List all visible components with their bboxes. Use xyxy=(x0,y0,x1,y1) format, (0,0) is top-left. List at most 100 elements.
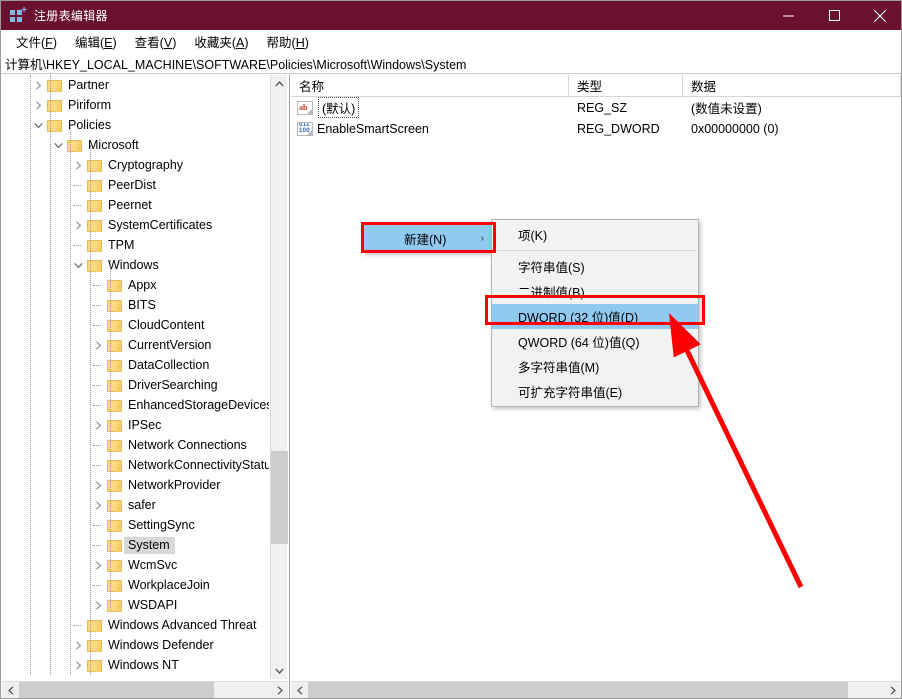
submenu-item-4[interactable]: QWORD (64 位)值(Q) xyxy=(492,329,698,354)
tree-item-cryptography[interactable]: Cryptography xyxy=(2,155,269,175)
tree-item-tpm[interactable]: TPM xyxy=(2,235,269,255)
tree-item-label: SystemCertificates xyxy=(108,218,212,232)
submenu-item-5[interactable]: 多字符串值(M) xyxy=(492,354,698,379)
tree-item-windows-advanced-threat[interactable]: Windows Advanced Threat xyxy=(2,615,269,635)
tree-item-driversearching[interactable]: DriverSearching xyxy=(2,375,269,395)
tree-item-safer[interactable]: safer xyxy=(2,495,269,515)
tree-item-ipsec[interactable]: IPSec xyxy=(2,415,269,435)
chevron-right-icon[interactable] xyxy=(90,335,106,355)
tree-item-datacollection[interactable]: DataCollection xyxy=(2,355,269,375)
tree-guide-line xyxy=(30,75,31,675)
column-header-1[interactable]: 类型 xyxy=(569,75,683,96)
tree-scroll-thumb[interactable] xyxy=(271,451,288,544)
menu-h[interactable]: 帮助(H) xyxy=(258,30,318,53)
tree-item-label: Appx xyxy=(128,278,157,292)
tree-item-appx[interactable]: Appx xyxy=(2,275,269,295)
tree-item-label: EnhancedStorageDevices xyxy=(128,398,269,412)
table-row[interactable]: ab(默认)REG_SZ(数值未设置) xyxy=(291,97,901,118)
column-header-label: 名称 xyxy=(299,76,324,95)
chevron-down-icon[interactable] xyxy=(70,255,86,275)
tree-item-bits[interactable]: BITS xyxy=(2,295,269,315)
chevron-right-icon[interactable] xyxy=(90,595,106,615)
tree-item-peerdist[interactable]: PeerDist xyxy=(2,175,269,195)
submenu-item-3[interactable]: DWORD (32 位)值(D) xyxy=(492,304,698,329)
chevron-right-icon[interactable] xyxy=(90,495,106,515)
submenu-item-1[interactable]: 字符串值(S) xyxy=(492,254,698,279)
address-bar[interactable]: 计算机\HKEY_LOCAL_MACHINE\SOFTWARE\Policies… xyxy=(1,53,901,74)
tree-item-label: Peernet xyxy=(108,198,152,212)
registry-values-list: ab(默认)REG_SZ(数值未设置)011100EnableSmartScre… xyxy=(291,97,901,139)
chevron-up-icon[interactable] xyxy=(271,75,288,92)
tree-hscroll-thumb[interactable] xyxy=(19,682,214,699)
chevron-right-icon[interactable] xyxy=(271,682,288,699)
chevron-right-icon[interactable] xyxy=(30,95,46,115)
submenu-item-6[interactable]: 可扩充字符串值(E) xyxy=(492,379,698,404)
column-header-0[interactable]: 名称 xyxy=(291,75,569,96)
tree-item-windows-defender[interactable]: Windows Defender xyxy=(2,635,269,655)
chevron-right-icon[interactable] xyxy=(70,215,86,235)
tree-item-wcmsvc[interactable]: WcmSvc xyxy=(2,555,269,575)
chevron-right-icon[interactable] xyxy=(30,75,46,95)
tree-item-piriform[interactable]: Piriform xyxy=(2,95,269,115)
close-icon[interactable] xyxy=(857,1,902,30)
tree-item-peernet[interactable]: Peernet xyxy=(2,195,269,215)
tree-item-partner[interactable]: Partner xyxy=(2,75,269,95)
maximize-icon[interactable] xyxy=(811,1,857,30)
column-header-2[interactable]: 数据 xyxy=(683,75,901,96)
tree-item-label: BITS xyxy=(128,298,156,312)
tree-scroll-area: PartnerPiriformPoliciesMicrosoftCryptogr… xyxy=(2,75,269,679)
chevron-right-icon[interactable] xyxy=(90,475,106,495)
minimize-icon[interactable] xyxy=(765,1,811,30)
tree-horizontal-scrollbar[interactable] xyxy=(2,681,288,698)
tree-item-policies[interactable]: Policies xyxy=(2,115,269,135)
menu-a[interactable]: 收藏夹(A) xyxy=(185,30,257,53)
table-row[interactable]: 011100EnableSmartScreenREG_DWORD0x000000… xyxy=(291,118,901,139)
chevron-left-icon[interactable] xyxy=(2,682,19,699)
tree-item-settingsync[interactable]: SettingSync xyxy=(2,515,269,535)
chevron-left-icon[interactable] xyxy=(291,682,308,699)
tree-item-network-connections[interactable]: Network Connections xyxy=(2,435,269,455)
chevron-right-icon[interactable] xyxy=(70,635,86,655)
tree-item-windows[interactable]: Windows xyxy=(2,255,269,275)
tree-item-networkprovider[interactable]: NetworkProvider xyxy=(2,475,269,495)
tree-item-systemcertificates[interactable]: SystemCertificates xyxy=(2,215,269,235)
tree-item-label: TPM xyxy=(108,238,134,252)
context-menu-new: 新建(N) › xyxy=(363,224,494,253)
tree-vertical-scrollbar[interactable] xyxy=(270,75,287,679)
registry-tree-panel: PartnerPiriformPoliciesMicrosoftCryptogr… xyxy=(2,75,290,698)
column-header-label: 数据 xyxy=(691,76,716,95)
chevron-right-icon[interactable] xyxy=(70,655,86,675)
menu-f[interactable]: 文件(F) xyxy=(7,30,66,53)
tree-item-networkconnectivitystatus[interactable]: NetworkConnectivityStatus xyxy=(2,455,269,475)
menu-v[interactable]: 查看(V) xyxy=(126,30,186,53)
tree-item-label: DriverSearching xyxy=(128,378,218,392)
list-hscroll-thumb[interactable] xyxy=(308,682,848,699)
tree-item-microsoft[interactable]: Microsoft xyxy=(2,135,269,155)
tree-item-enhancedstoragedevices[interactable]: EnhancedStorageDevices xyxy=(2,395,269,415)
list-horizontal-scrollbar[interactable] xyxy=(291,681,901,698)
tree-item-cloudcontent[interactable]: CloudContent xyxy=(2,315,269,335)
submenu-item-0[interactable]: 项(K) xyxy=(492,222,698,247)
tree-hscroll-track[interactable] xyxy=(19,682,271,699)
chevron-right-icon[interactable] xyxy=(90,415,106,435)
window-controls xyxy=(765,1,902,30)
column-header-label: 类型 xyxy=(577,76,602,95)
tree-item-label: WorkplaceJoin xyxy=(128,578,210,592)
menu-item-new[interactable]: 新建(N) › xyxy=(364,225,493,252)
tree-item-label: IPSec xyxy=(128,418,161,432)
tree-item-workplacejoin[interactable]: WorkplaceJoin xyxy=(2,575,269,595)
submenu-item-2[interactable]: 二进制值(B) xyxy=(492,279,698,304)
chevron-right-icon: › xyxy=(481,233,484,244)
chevron-right-icon[interactable] xyxy=(90,555,106,575)
tree-item-currentversion[interactable]: CurrentVersion xyxy=(2,335,269,355)
chevron-down-icon[interactable] xyxy=(50,135,66,155)
tree-item-windows-nt[interactable]: Windows NT xyxy=(2,655,269,675)
menu-e[interactable]: 编辑(E) xyxy=(66,30,126,53)
tree-item-wsdapi[interactable]: WSDAPI xyxy=(2,595,269,615)
list-hscroll-track[interactable] xyxy=(308,682,884,699)
tree-item-system[interactable]: System xyxy=(2,535,269,555)
chevron-down-icon[interactable] xyxy=(271,662,288,679)
chevron-right-icon[interactable] xyxy=(70,155,86,175)
chevron-down-icon[interactable] xyxy=(30,115,46,135)
chevron-right-icon[interactable] xyxy=(884,682,901,699)
